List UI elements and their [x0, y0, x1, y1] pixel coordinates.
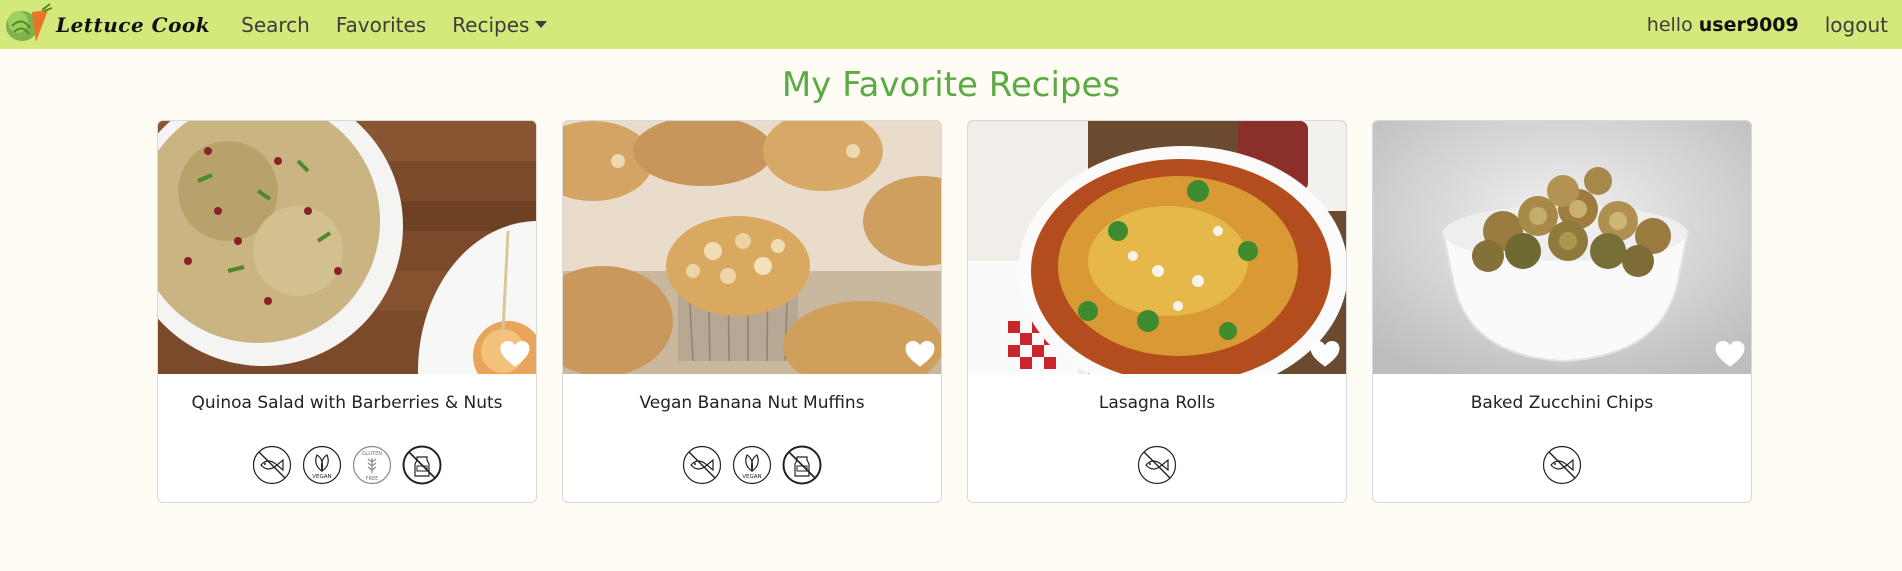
- favorite-heart-icon[interactable]: [1715, 340, 1745, 368]
- recipe-card[interactable]: Vegan Banana Nut Muffins VEGAN: [562, 120, 942, 503]
- brand-name: Lettuce Cook: [56, 12, 211, 37]
- banana-muffins-photo-icon: [563, 121, 941, 374]
- favorite-heart-icon[interactable]: [1310, 340, 1340, 368]
- vegan-icon: VEGAN: [302, 445, 342, 485]
- svg-text:VEGAN: VEGAN: [742, 474, 761, 480]
- recipe-card[interactable]: Baked Zucchini Chips: [1372, 120, 1752, 503]
- diet-badges: [1373, 445, 1751, 485]
- no-fish-icon: [682, 445, 722, 485]
- svg-text:FREE: FREE: [366, 476, 379, 482]
- logout-link[interactable]: logout: [1825, 13, 1888, 37]
- recipe-title[interactable]: Vegan Banana Nut Muffins: [563, 391, 941, 415]
- nav-right: hello user9009 logout: [1647, 13, 1888, 37]
- lettuce-carrot-logo-icon: [6, 3, 53, 42]
- no-fish-icon: [252, 445, 292, 485]
- recipe-image[interactable]: [1373, 121, 1751, 374]
- nav-dropdown-recipes-label: Recipes: [452, 12, 530, 37]
- navbar: Lettuce Cook Search Favorites Recipes he…: [0, 0, 1902, 49]
- vegan-icon: VEGAN: [732, 445, 772, 485]
- recipe-image[interactable]: [968, 121, 1346, 374]
- svg-text:GLUTEN: GLUTEN: [362, 451, 382, 457]
- diet-badges: [968, 445, 1346, 485]
- diet-badges: VEGAN GLUTEN FREE: [158, 445, 536, 485]
- no-fish-icon: [1542, 445, 1582, 485]
- zucchini-chips-photo-icon: [1373, 121, 1751, 374]
- favorite-heart-icon[interactable]: [500, 340, 530, 368]
- page-title: My Favorite Recipes: [781, 65, 1121, 105]
- recipe-card-grid: Quinoa Salad with Barberries & Nuts VEGA…: [157, 120, 1752, 503]
- recipe-title[interactable]: Quinoa Salad with Barberries & Nuts: [158, 391, 536, 415]
- username: user9009: [1698, 13, 1799, 36]
- quinoa-salad-photo-icon: [158, 121, 536, 374]
- nav-link-favorites[interactable]: Favorites: [336, 13, 426, 37]
- no-dairy-icon: [402, 445, 442, 485]
- recipe-title[interactable]: Baked Zucchini Chips: [1373, 391, 1751, 415]
- greeting-prefix: hello: [1646, 13, 1693, 36]
- favorite-heart-icon[interactable]: [905, 340, 935, 368]
- recipe-image[interactable]: [563, 121, 941, 374]
- nav-link-search[interactable]: Search: [241, 13, 310, 37]
- recipe-image[interactable]: [158, 121, 536, 374]
- nav-dropdown-recipes[interactable]: Recipes: [452, 12, 548, 37]
- recipe-title[interactable]: Lasagna Rolls: [968, 391, 1346, 415]
- no-fish-icon: [1137, 445, 1177, 485]
- no-dairy-icon: [782, 445, 822, 485]
- lasagna-photo-icon: [968, 121, 1346, 374]
- recipe-card[interactable]: Quinoa Salad with Barberries & Nuts VEGA…: [157, 120, 537, 503]
- brand-link[interactable]: Lettuce Cook: [2, 2, 210, 47]
- recipe-card[interactable]: Lasagna Rolls: [967, 120, 1347, 503]
- user-greeting: hello user9009: [1647, 14, 1799, 36]
- diet-badges: VEGAN: [563, 445, 941, 485]
- caret-down-icon: [535, 21, 548, 28]
- gluten-free-icon: GLUTEN FREE: [352, 445, 392, 485]
- svg-text:VEGAN: VEGAN: [312, 474, 331, 480]
